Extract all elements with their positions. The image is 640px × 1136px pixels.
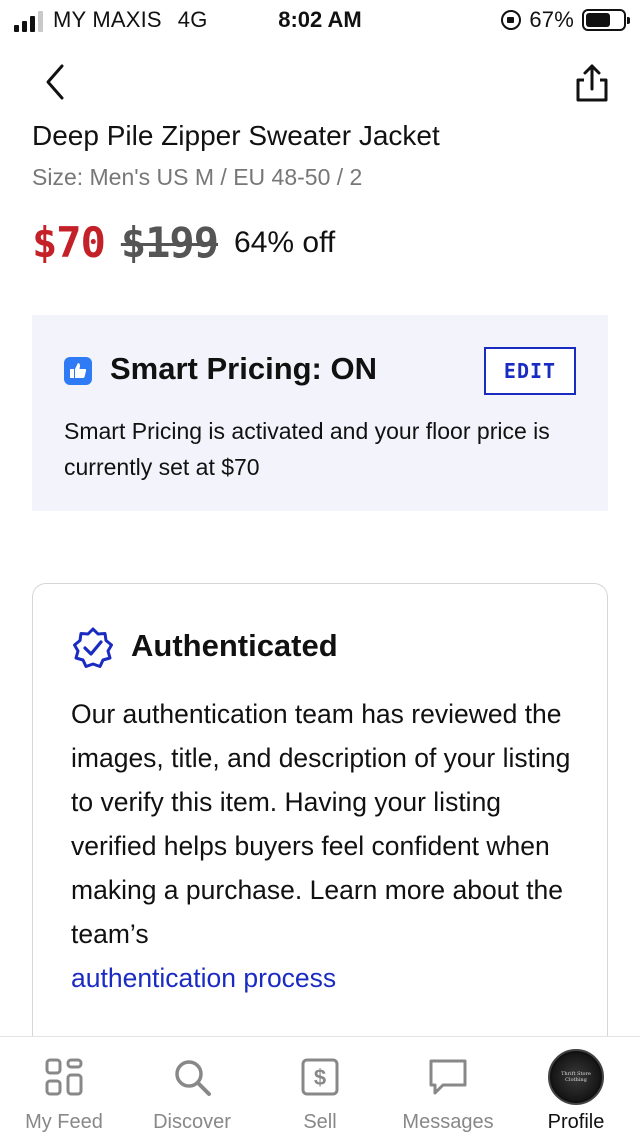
status-right: 67%	[501, 7, 630, 32]
tab-profile[interactable]: Thrift Store Clothing Profile	[512, 1037, 640, 1136]
current-price: $70	[32, 218, 106, 267]
original-price: $199	[120, 218, 219, 267]
chat-icon	[426, 1057, 470, 1097]
smart-pricing-description: Smart Pricing is activated and your floo…	[64, 418, 550, 480]
smart-pricing-panel: Smart Pricing: ON EDIT Smart Pricing is …	[32, 315, 608, 511]
dollar-icon: $	[298, 1057, 342, 1097]
share-icon	[576, 64, 608, 102]
search-icon	[170, 1057, 214, 1097]
thumbs-up-icon	[64, 357, 92, 385]
authentication-process-link[interactable]: authentication process	[71, 963, 336, 993]
smart-pricing-title: Smart Pricing: ON	[110, 351, 377, 386]
battery-fill	[586, 13, 611, 27]
tab-discover[interactable]: Discover	[128, 1037, 256, 1136]
tab-label: Sell	[303, 1111, 337, 1133]
tab-label: My Feed	[25, 1111, 103, 1133]
tab-label: Messages	[402, 1111, 494, 1133]
avatar: Thrift Store Clothing	[548, 1049, 604, 1105]
tab-sell[interactable]: $ Sell	[256, 1037, 384, 1136]
battery-icon	[582, 9, 630, 31]
tab-label: Discover	[153, 1111, 231, 1133]
avatar-image: Thrift Store Clothing	[552, 1053, 600, 1101]
authenticated-text: Our authentication team has reviewed the…	[71, 699, 571, 949]
status-bar: MY MAXIS 4G 8:02 AM 67%	[0, 0, 640, 40]
tab-messages[interactable]: Messages	[384, 1037, 512, 1136]
price-row: $70 $199 64% off	[32, 218, 335, 267]
authenticated-card: Authenticated Our authentication team ha…	[32, 583, 608, 1103]
edit-smart-pricing-button[interactable]: EDIT	[484, 347, 576, 395]
tab-my-feed[interactable]: My Feed	[0, 1037, 128, 1136]
product-title: Deep Pile Zipper Sweater Jacket	[32, 120, 440, 151]
discount-label: 64% off	[234, 225, 336, 259]
bottom-tab-bar: My Feed Discover $ Sell Messages Thrift …	[0, 1036, 640, 1136]
authenticated-title: Authenticated	[131, 628, 338, 663]
back-button[interactable]	[36, 60, 76, 104]
verified-badge-icon	[73, 627, 113, 668]
svg-text:$: $	[314, 1065, 326, 1090]
product-size: Size: Men's US M / EU 48-50 / 2	[32, 164, 363, 190]
share-button[interactable]	[572, 62, 612, 106]
avatar-text-line: Clothing	[565, 1077, 587, 1083]
battery-percent: 67%	[529, 7, 574, 32]
tab-label: Profile	[547, 1111, 605, 1133]
grid-icon	[42, 1057, 86, 1097]
rotation-lock-icon	[501, 10, 522, 30]
authenticated-description: Our authentication team has reviewed the…	[71, 692, 581, 1000]
chevron-left-icon	[46, 64, 64, 100]
